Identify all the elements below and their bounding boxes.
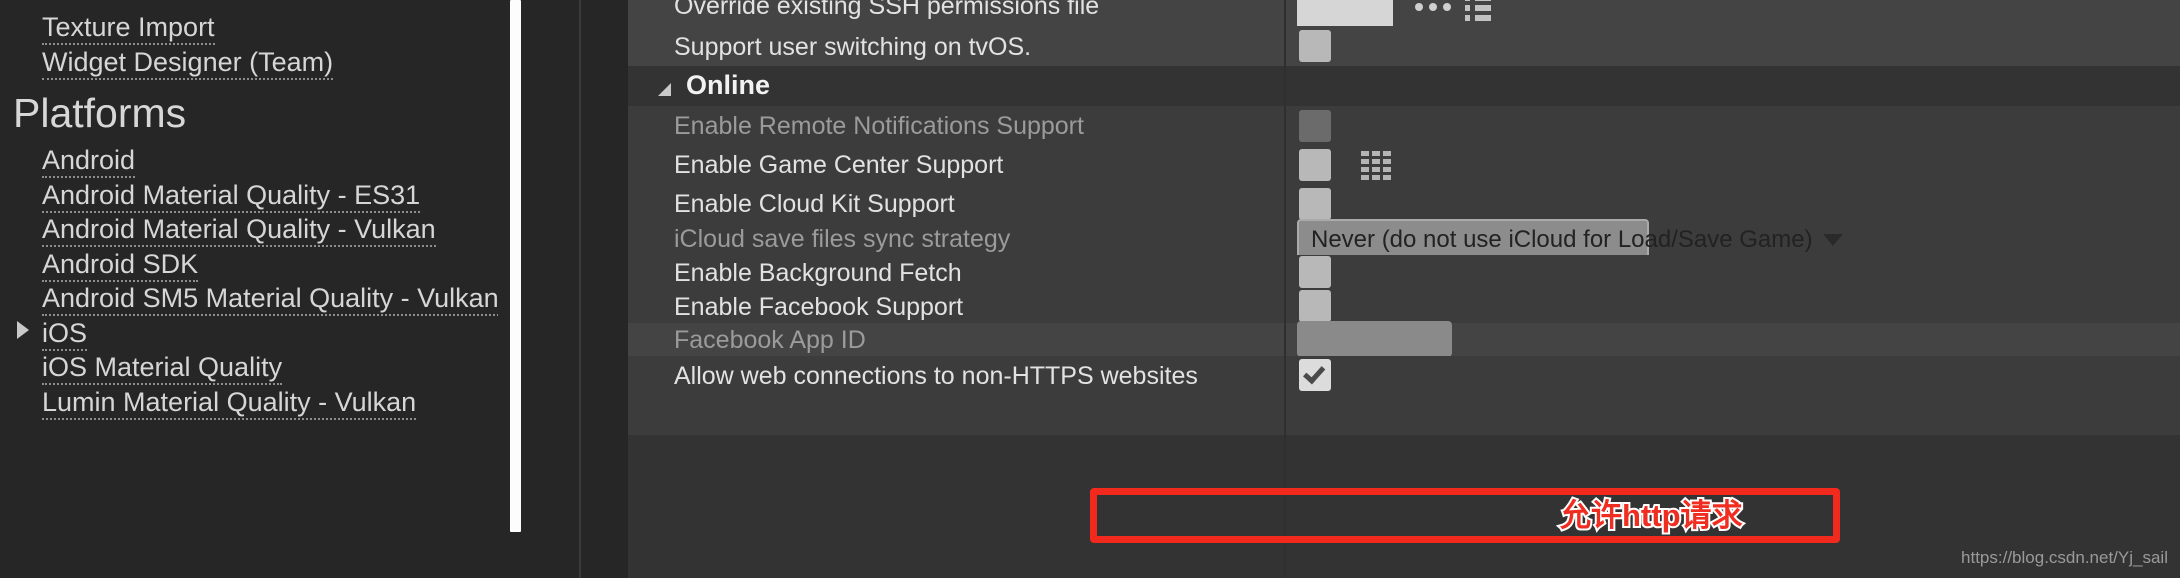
panel-divider	[579, 0, 581, 578]
section-title: Online	[686, 70, 771, 100]
background-fetch-checkbox[interactable]	[1299, 256, 1331, 288]
dropdown-selected-value: Never (do not use iCloud for Load/Save G…	[1311, 226, 1813, 253]
remote-notifications-checkbox[interactable]	[1299, 110, 1331, 142]
chevron-down-icon	[1822, 234, 1843, 246]
property-row-facebook-app-id[interactable]: Facebook App ID	[628, 321, 2180, 357]
property-row-facebook-support[interactable]: Enable Facebook Support	[628, 289, 2180, 323]
property-label: Support user switching on tvOS.	[674, 33, 1032, 61]
chevron-down-icon[interactable]	[658, 83, 671, 96]
sidebar-item-widget-designer-team[interactable]: Widget Designer (Team)	[42, 47, 334, 80]
section-header-partial[interactable]	[628, 435, 2180, 578]
section-header-online[interactable]: Online	[628, 66, 2180, 106]
value-column-divider	[1284, 255, 1286, 289]
property-row-allow-non-https[interactable]: Allow web connections to non-HTTPS websi…	[628, 356, 2180, 395]
value-column-divider	[1284, 289, 1286, 323]
sidebar-item-android-material-quality-vulkan[interactable]: Android Material Quality - Vulkan	[42, 214, 436, 247]
value-column-divider	[1284, 435, 1286, 578]
sidebar-item-lumin-material-quality-vulkan[interactable]: Lumin Material Quality - Vulkan	[42, 387, 417, 420]
red-annotation-label: 允许http请求	[1558, 496, 1745, 535]
property-row-tvos-user-switching[interactable]: Support user switching on tvOS.	[628, 26, 2180, 66]
value-column-divider	[1284, 184, 1286, 223]
sidebar-item-texture-import[interactable]: Texture Import	[42, 12, 215, 45]
watermark-url: https://blog.csdn.net/Yj_sail	[1961, 548, 2168, 567]
property-row-remote-notifications[interactable]: Enable Remote Notifications Support	[628, 106, 2180, 145]
cloud-kit-checkbox[interactable]	[1299, 188, 1331, 220]
app-window: Texture Import Widget Designer (Team) Pl…	[0, 0, 2180, 578]
check-icon	[1303, 361, 1326, 385]
value-column-divider	[1284, 26, 1286, 66]
property-row-icloud-sync-strategy[interactable]: iCloud save files sync strategy Never (d…	[628, 219, 2180, 261]
property-row-override-ssh[interactable]: Override existing SSH permissions file	[628, 0, 2180, 30]
property-row-blank	[628, 395, 2180, 435]
sidebar-item-android-sdk[interactable]: Android SDK	[42, 249, 199, 282]
facebook-app-id-input[interactable]	[1297, 321, 1452, 357]
sidebar-heading-platforms: Platforms	[13, 90, 187, 136]
property-label: Override existing SSH permissions file	[674, 0, 1100, 20]
property-row-game-center[interactable]: Enable Game Center Support	[628, 145, 2180, 184]
value-column-divider	[1284, 323, 1286, 356]
game-center-checkbox[interactable]	[1299, 149, 1331, 181]
value-column-divider	[1284, 145, 1286, 184]
sidebar-item-android[interactable]: Android	[42, 145, 136, 178]
sidebar-item-ios-material-quality[interactable]: iOS Material Quality	[42, 352, 283, 385]
sidebar-item-ios[interactable]: iOS	[42, 318, 88, 351]
value-column-divider	[1284, 66, 1286, 106]
property-label: Enable Remote Notifications Support	[674, 112, 1084, 140]
sidebar-scrollbar-thumb[interactable]	[510, 0, 521, 532]
chevron-right-icon[interactable]	[17, 321, 29, 339]
tvos-user-switching-checkbox[interactable]	[1299, 30, 1331, 62]
details-properties-panel: Override existing SSH permissions file S…	[628, 0, 2180, 578]
browse-ellipsis-button[interactable]	[1415, 3, 1451, 11]
value-column-divider	[1284, 223, 1286, 255]
property-row-cloud-kit[interactable]: Enable Cloud Kit Support	[628, 184, 2180, 223]
list-view-icon[interactable]	[1465, 0, 1491, 21]
property-label: iCloud save files sync strategy	[674, 225, 1011, 253]
property-label: Enable Background Fetch	[674, 259, 962, 287]
value-column-divider	[1284, 395, 1286, 435]
value-column-divider	[1284, 0, 1286, 26]
property-label: Enable Facebook Support	[674, 293, 964, 321]
value-column-divider	[1284, 356, 1286, 395]
sidebar-item-android-sm5-material-quality-vulkan[interactable]: Android SM5 Material Quality - Vulkan	[42, 283, 498, 316]
property-label: Enable Game Center Support	[674, 151, 1004, 179]
property-row-background-fetch[interactable]: Enable Background Fetch	[628, 255, 2180, 289]
property-label: Allow web connections to non-HTTPS websi…	[674, 362, 1198, 390]
property-label: Enable Cloud Kit Support	[674, 190, 955, 218]
value-column-divider	[1284, 106, 1286, 145]
grid-options-icon[interactable]	[1361, 151, 1391, 180]
allow-non-https-checkbox[interactable]	[1299, 359, 1331, 391]
sidebar-item-android-material-quality-es31[interactable]: Android Material Quality - ES31	[42, 180, 421, 213]
settings-category-sidebar: Texture Import Widget Designer (Team) Pl…	[0, 0, 498, 578]
facebook-support-checkbox[interactable]	[1299, 290, 1331, 322]
property-label: Facebook App ID	[674, 326, 866, 354]
